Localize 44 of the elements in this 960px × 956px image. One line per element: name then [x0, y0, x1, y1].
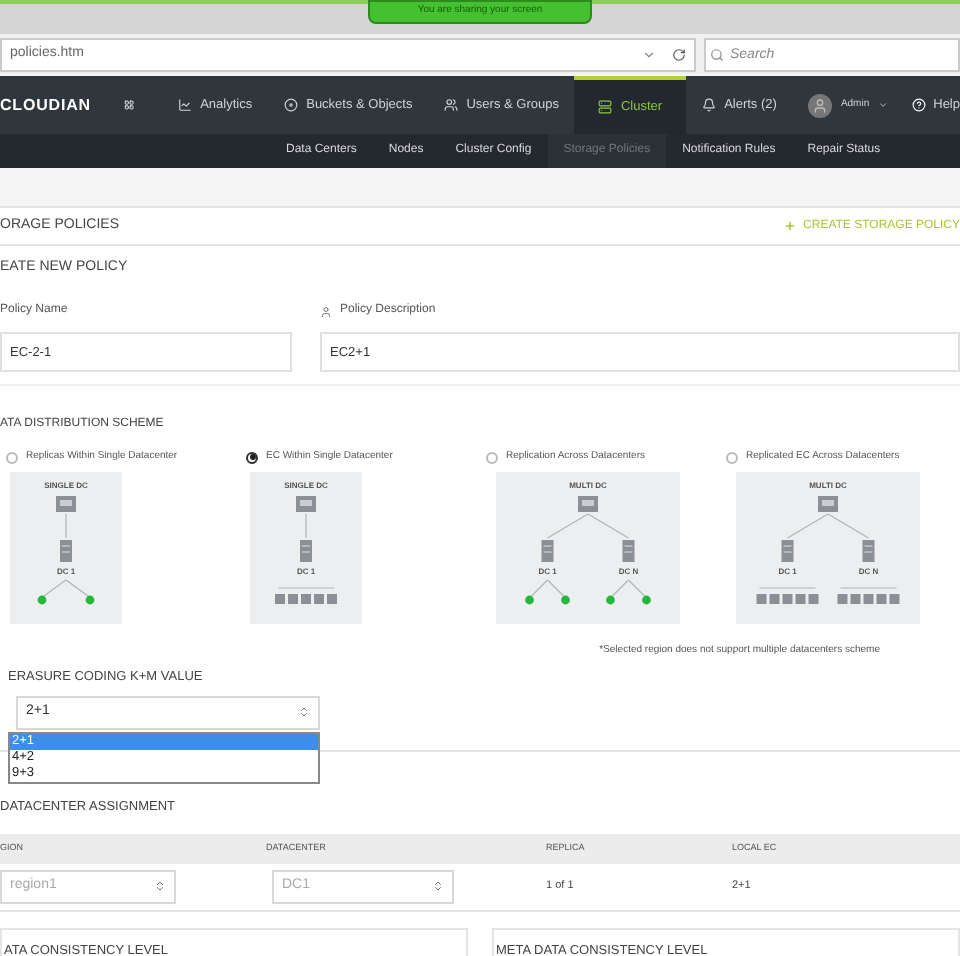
- disc-icon: [284, 98, 299, 112]
- connector-line: [827, 512, 870, 538]
- reload-icon[interactable]: [672, 47, 686, 61]
- datacenter-icon: [818, 495, 838, 511]
- avatar[interactable]: [808, 93, 833, 117]
- plus-icon: [783, 220, 796, 232]
- datacenter-icon: [578, 495, 598, 511]
- connector-line: [627, 578, 646, 596]
- connector-line: [786, 512, 829, 538]
- node-dot: [85, 594, 95, 604]
- bell-icon: [702, 98, 717, 112]
- connector-line: [546, 578, 565, 596]
- node-dot: [642, 594, 651, 604]
- node-dot: [561, 594, 570, 604]
- server-icon: [598, 100, 613, 114]
- datacenter-icon: [296, 495, 316, 511]
- connector-line: [587, 512, 630, 538]
- caret-icon: [877, 100, 888, 110]
- search-icon: [710, 47, 724, 61]
- connector-line: [611, 578, 630, 596]
- node-dot: [37, 594, 47, 604]
- chart-icon: [178, 98, 193, 112]
- users-icon: [444, 98, 459, 112]
- connector-line: [305, 512, 307, 538]
- server-icon: [781, 539, 794, 561]
- datacenter-icon: [56, 495, 76, 511]
- server-icon: [622, 539, 635, 561]
- user-icon: [812, 97, 829, 113]
- connector-line: [65, 578, 89, 596]
- node-dot: [525, 594, 534, 604]
- grid-icon[interactable]: [123, 98, 135, 112]
- connector-line: [65, 512, 67, 538]
- logo[interactable]: CLOUDIAN: [0, 93, 124, 117]
- server-icon: [300, 539, 312, 561]
- server-icon: [60, 539, 72, 561]
- server-icon: [862, 539, 875, 561]
- dropdown-icon[interactable]: [642, 47, 656, 61]
- server-icon: [541, 539, 554, 561]
- user-icon: [320, 305, 332, 317]
- help-icon[interactable]: [911, 98, 926, 112]
- connector-line: [530, 578, 549, 596]
- connector-line: [43, 578, 67, 596]
- node-dot: [606, 594, 615, 604]
- connector-line: [546, 512, 589, 538]
